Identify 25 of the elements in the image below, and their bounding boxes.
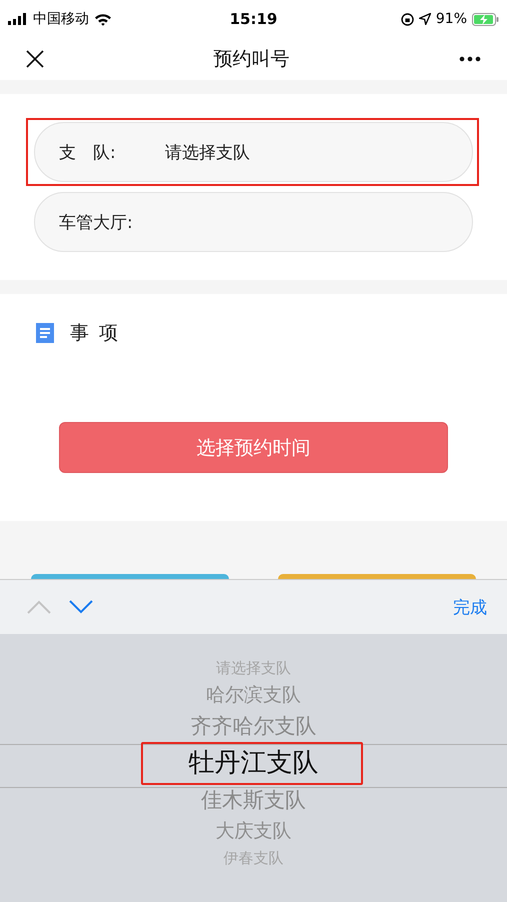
carrier-name: 中国移动 — [33, 10, 89, 28]
document-icon — [34, 321, 56, 345]
picker-option[interactable]: 请选择支队 — [216, 656, 291, 680]
picker-option[interactable]: 哈尔滨支队 — [206, 680, 301, 710]
select-time-button[interactable]: 选择预约时间 — [59, 422, 448, 473]
rotation-lock-icon — [400, 12, 414, 26]
more-icon[interactable] — [459, 56, 481, 62]
picker-option[interactable]: 齐齐哈尔支队 — [190, 710, 316, 742]
down-chevron-icon[interactable] — [69, 600, 93, 614]
location-arrow-icon — [418, 13, 431, 25]
battery-percent: 91% — [436, 11, 467, 27]
picker-option[interactable]: 牡丹江支队 — [188, 742, 318, 784]
wifi-icon — [94, 12, 112, 26]
clock-time: 15:19 — [230, 10, 278, 28]
page-title: 预约叫号 — [214, 47, 290, 72]
picker-option[interactable]: 大庆支队 — [216, 816, 292, 846]
battery-charging-icon — [472, 12, 499, 26]
select-field[interactable]: 支 队: 请选择支队 — [34, 122, 473, 182]
signal-icon — [8, 13, 28, 25]
picker-option[interactable]: 伊春支队 — [224, 846, 284, 870]
picker-option[interactable]: 佳木斯支队 — [201, 784, 306, 816]
section-title: 事 项 — [70, 321, 120, 346]
select-field[interactable]: 车管大厅: — [34, 192, 473, 252]
close-icon[interactable] — [26, 50, 44, 68]
done-button[interactable]: 完成 — [453, 596, 487, 618]
